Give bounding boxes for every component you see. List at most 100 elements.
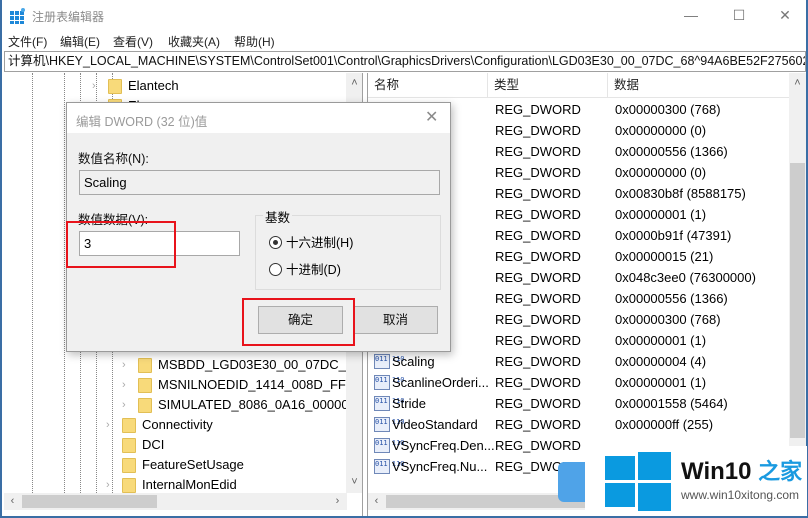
- value-data: 0x000000ff (255): [615, 417, 714, 432]
- menu-file[interactable]: 文件(F): [8, 33, 47, 50]
- value-data: 0x00000001 (1): [615, 333, 707, 348]
- scrollbar-thumb[interactable]: [22, 495, 157, 508]
- folder-icon: [108, 79, 122, 94]
- value-type: REG_DWORD: [495, 417, 581, 432]
- menu-view[interactable]: 查看(V): [113, 33, 153, 50]
- menu-help[interactable]: 帮助(H): [234, 33, 275, 50]
- value-name: Scaling: [392, 354, 435, 369]
- scroll-left-icon[interactable]: ‹: [368, 493, 385, 510]
- list-vertical-scrollbar[interactable]: ˄: [789, 73, 806, 493]
- tree-guide-line: [64, 73, 65, 493]
- windows-logo-icon: [605, 446, 671, 512]
- value-type: REG_DWORD: [495, 144, 581, 159]
- watermark-brand: Win10 之家: [681, 458, 803, 485]
- value-data: 0x00000000 (0): [615, 165, 707, 180]
- scroll-up-icon[interactable]: ˄: [346, 75, 362, 92]
- value-type: REG_DWORD: [495, 228, 581, 243]
- folder-icon: [122, 458, 136, 473]
- chevron-right-icon[interactable]: ›: [122, 375, 134, 395]
- list-row[interactable]: 011 110 Stride REG_DWORD 0x00001558 (5464): [368, 393, 789, 414]
- title-bar: 注册表编辑器 — ☐ ✕: [2, 0, 806, 31]
- highlight-ok-button: [242, 298, 355, 346]
- radio-unselected-icon[interactable]: [269, 263, 282, 276]
- value-name-label: 数值名称(N):: [78, 152, 149, 166]
- value-data: 0x00000556 (1366): [615, 144, 728, 159]
- list-header: 名称 类型 数据: [368, 73, 789, 98]
- tree-horizontal-scrollbar[interactable]: ‹ ›: [4, 493, 347, 510]
- column-header-data[interactable]: 数据: [608, 73, 789, 98]
- value-type: REG_DWORD: [495, 333, 581, 348]
- value-data: 0x00000000 (0): [615, 123, 707, 138]
- chevron-right-icon[interactable]: ›: [106, 475, 118, 495]
- menu-favorites[interactable]: 收藏夹(A): [168, 33, 220, 50]
- value-type: REG_DWORD: [495, 186, 581, 201]
- list-row[interactable]: 011 110 Scaling REG_DWORD 0x00000004 (4): [368, 351, 789, 372]
- column-header-name[interactable]: 名称: [368, 73, 488, 98]
- reg-dword-icon: 011 110: [374, 459, 405, 474]
- value-type: REG_DWORD: [495, 354, 581, 369]
- dialog-close-icon[interactable]: ✕: [425, 107, 438, 127]
- value-type: REG_DWORD: [495, 123, 581, 138]
- value-type: REG_DWORD: [495, 270, 581, 285]
- chevron-right-icon[interactable]: ›: [106, 415, 118, 435]
- watermark: Win10 之家 www.win10xitong.com: [558, 446, 808, 516]
- highlight-value-data: [66, 221, 176, 268]
- value-type: REG_DWORD: [495, 396, 581, 411]
- chevron-right-icon[interactable]: ›: [122, 355, 134, 375]
- reg-dword-icon: 011 110: [374, 354, 405, 369]
- folder-icon: [138, 398, 152, 413]
- reg-dword-icon: 011 110: [374, 438, 405, 453]
- menu-bar: 文件(F) 编辑(E) 查看(V) 收藏夹(A) 帮助(H): [2, 31, 806, 51]
- value-data: 0x00000556 (1366): [615, 291, 728, 306]
- value-data: 0x00000001 (1): [615, 375, 707, 390]
- folder-icon: [138, 378, 152, 393]
- radio-selected-icon[interactable]: [269, 236, 282, 249]
- list-row[interactable]: 011 110 VideoStandard REG_DWORD 0x000000ff …: [368, 414, 789, 435]
- value-data: 0x00830b8f (8588175): [615, 186, 746, 201]
- chevron-right-icon[interactable]: ›: [92, 76, 104, 96]
- watermark-url: www.win10xitong.com: [681, 488, 800, 502]
- column-header-type[interactable]: 类型: [488, 73, 608, 98]
- scrollbar-thumb[interactable]: [790, 163, 805, 438]
- value-type: REG_DWORD: [495, 102, 581, 117]
- scroll-left-icon[interactable]: ‹: [4, 493, 21, 510]
- minimize-button[interactable]: —: [668, 0, 714, 31]
- value-data: 0x00000015 (21): [615, 249, 714, 264]
- value-data: 0x0000b91f (47391): [615, 228, 732, 243]
- folder-icon: [138, 358, 152, 373]
- maximize-button[interactable]: ☐: [716, 0, 762, 31]
- scroll-right-icon[interactable]: ›: [329, 493, 346, 510]
- value-name-field[interactable]: Scaling: [79, 170, 440, 195]
- base-groupbox: [255, 215, 441, 290]
- value-name: Stride: [392, 396, 426, 411]
- cancel-button[interactable]: 取消: [353, 306, 438, 334]
- folder-icon: [122, 438, 136, 453]
- value-data: 0x00000300 (768): [615, 102, 721, 117]
- menu-edit[interactable]: 编辑(E): [60, 33, 100, 50]
- value-name: VSyncFreq.Den...: [392, 438, 495, 453]
- value-type: REG_DWORD: [495, 291, 581, 306]
- base-label: 基数: [263, 207, 293, 226]
- value-type: REG_DWORD: [495, 312, 581, 327]
- dialog-title: 编辑 DWORD (32 位)值: [76, 115, 208, 129]
- chevron-right-icon[interactable]: ›: [122, 395, 134, 415]
- tree-guide-line: [32, 73, 33, 493]
- close-button[interactable]: ✕: [762, 0, 808, 31]
- value-type: REG_DWORD: [495, 249, 581, 264]
- value-data: 0x00001558 (5464): [615, 396, 728, 411]
- bird-icon: [558, 462, 588, 502]
- scroll-up-icon[interactable]: ˄: [789, 75, 806, 92]
- scroll-down-icon[interactable]: ˅: [346, 474, 362, 491]
- regedit-app-icon: [10, 8, 25, 24]
- list-row[interactable]: 011 110 ScanlineOrderi... REG_DWORD 0x00000…: [368, 372, 789, 393]
- folder-icon: [122, 418, 136, 433]
- window-title: 注册表编辑器: [32, 10, 105, 24]
- value-data: 0x00000300 (768): [615, 312, 721, 327]
- folder-icon: [122, 478, 136, 493]
- address-bar[interactable]: 计算机\HKEY_LOCAL_MACHINE\SYSTEM\ControlSet…: [4, 51, 806, 72]
- reg-dword-icon: 011 110: [374, 375, 405, 390]
- value-data: 0x00000001 (1): [615, 207, 707, 222]
- reg-dword-icon: 011 110: [374, 417, 405, 432]
- dialog-title-bar: 编辑 DWORD (32 位)值 ✕: [67, 103, 450, 133]
- value-name: VSyncFreq.Nu...: [392, 459, 488, 474]
